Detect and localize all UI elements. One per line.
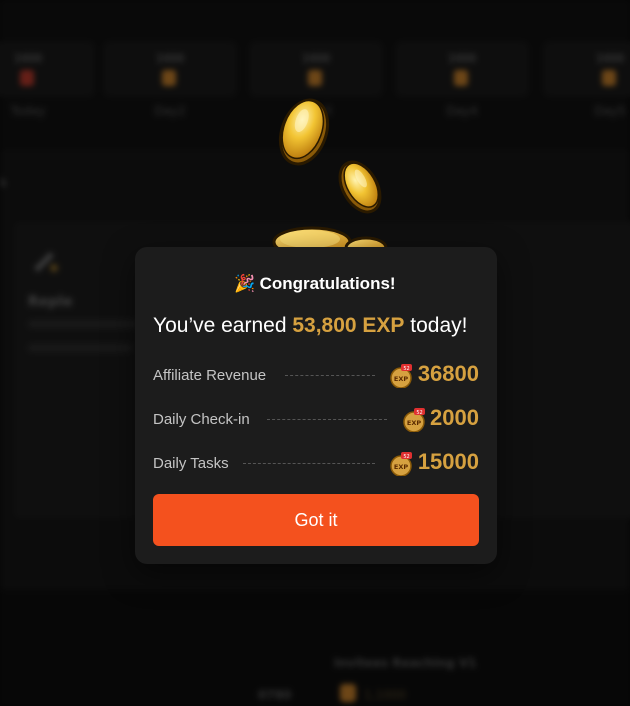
exp-badge-icon: EXP 52 (390, 364, 412, 388)
reward-value: 15000 (417, 449, 479, 474)
reward-label: Daily Tasks (153, 455, 229, 472)
gold-coin-icon (272, 98, 388, 254)
earned-headline: You’ve earned 53,800 EXP today! (153, 314, 493, 338)
headline-prefix: You’ve earned (153, 314, 293, 337)
screen: 1000 Today 1000 Day2 1000 Day3 1000 Day4… (0, 0, 630, 706)
party-popper-icon: 🎉 (234, 274, 256, 293)
exp-badge-icon: EXP 52 (403, 408, 425, 432)
exp-badge-icon: EXP 52 (390, 452, 412, 476)
exp-badge-tag: 52 (403, 366, 409, 372)
dotted-leader (267, 419, 387, 420)
headline-suffix: today! (404, 314, 468, 337)
reward-row-affiliate: Affiliate Revenue EXP 52 36800 (153, 360, 479, 390)
reward-row-checkin: Daily Check-in EXP 52 2000 (153, 404, 479, 434)
reward-label: Affiliate Revenue (153, 367, 267, 384)
got-it-button[interactable]: Got it (153, 494, 479, 546)
exp-badge-tag: 52 (416, 410, 422, 416)
dotted-leader (285, 375, 375, 376)
headline-amount: 53,800 EXP (292, 314, 405, 337)
reward-value: 36800 (417, 361, 479, 386)
reward-value: 2000 (430, 405, 479, 430)
exp-badge-text: EXP (394, 375, 408, 383)
reward-label: Daily Check-in (153, 411, 250, 428)
exp-badge-tag: 52 (403, 454, 409, 460)
reward-row-tasks: Daily Tasks EXP 52 15000 (153, 448, 479, 478)
exp-badge-text: EXP (407, 419, 421, 427)
dotted-leader (243, 463, 375, 464)
modal-title-text: Congratulations! (259, 274, 396, 293)
exp-badge-text: EXP (394, 463, 408, 471)
modal-title: 🎉 Congratulations! (0, 274, 630, 294)
